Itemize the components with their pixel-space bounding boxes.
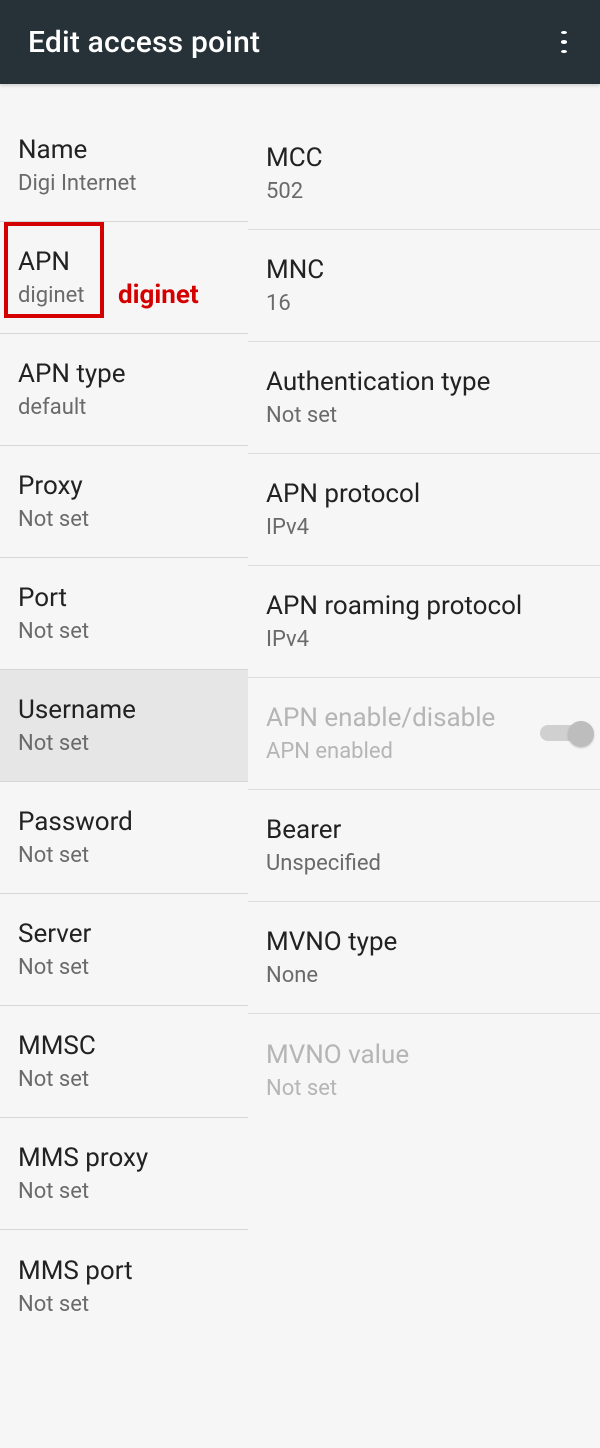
setting-value: Not set bbox=[18, 1067, 230, 1092]
setting-apn-protocol[interactable]: APN protocol IPv4 bbox=[248, 454, 600, 566]
setting-label: MMS proxy bbox=[18, 1143, 230, 1173]
setting-value: Not set bbox=[266, 1076, 582, 1101]
setting-label: MNC bbox=[266, 255, 582, 285]
setting-label: APN bbox=[18, 247, 230, 277]
setting-mms-port[interactable]: MMS port Not set bbox=[0, 1230, 248, 1342]
setting-mvno-type[interactable]: MVNO type None bbox=[248, 902, 600, 1014]
setting-apn-roaming-protocol[interactable]: APN roaming protocol IPv4 bbox=[248, 566, 600, 678]
setting-value: Not set bbox=[18, 619, 230, 644]
setting-label: MMSC bbox=[18, 1031, 230, 1061]
setting-value: 502 bbox=[266, 179, 582, 204]
setting-label: Server bbox=[18, 919, 230, 949]
app-bar: Edit access point bbox=[0, 0, 600, 84]
setting-value: IPv4 bbox=[266, 627, 582, 652]
setting-label: Password bbox=[18, 807, 230, 837]
settings-columns: Name Digi Internet APN diginet APN type … bbox=[0, 84, 600, 1342]
setting-mnc[interactable]: MNC 16 bbox=[248, 230, 600, 342]
setting-label: APN type bbox=[18, 359, 230, 389]
setting-apn[interactable]: APN diginet bbox=[0, 222, 248, 334]
setting-value: Not set bbox=[18, 1292, 230, 1317]
setting-port[interactable]: Port Not set bbox=[0, 558, 248, 670]
setting-value: IPv4 bbox=[266, 515, 582, 540]
setting-value: Not set bbox=[18, 731, 230, 756]
setting-mcc[interactable]: MCC 502 bbox=[248, 118, 600, 230]
setting-label: MMS port bbox=[18, 1256, 230, 1286]
setting-value: Not set bbox=[18, 843, 230, 868]
setting-value: Not set bbox=[18, 1179, 230, 1204]
setting-label: APN enable/disable bbox=[266, 703, 530, 733]
setting-label: Bearer bbox=[266, 815, 582, 845]
setting-value: None bbox=[266, 963, 582, 988]
setting-value: Not set bbox=[18, 955, 230, 980]
setting-label: MCC bbox=[266, 143, 582, 173]
setting-mmsc[interactable]: MMSC Not set bbox=[0, 1006, 248, 1118]
setting-label: Username bbox=[18, 695, 230, 725]
setting-value: Not set bbox=[266, 403, 582, 428]
setting-value: 16 bbox=[266, 291, 582, 316]
setting-bearer[interactable]: Bearer Unspecified bbox=[248, 790, 600, 902]
setting-label: Authentication type bbox=[266, 367, 582, 397]
setting-mms-proxy[interactable]: MMS proxy Not set bbox=[0, 1118, 248, 1230]
setting-label: APN protocol bbox=[266, 479, 582, 509]
setting-value: Unspecified bbox=[266, 851, 582, 876]
setting-password[interactable]: Password Not set bbox=[0, 782, 248, 894]
more-options-icon[interactable] bbox=[550, 28, 578, 56]
page-title: Edit access point bbox=[28, 25, 260, 60]
setting-label: MVNO type bbox=[266, 927, 582, 957]
setting-apn-enable-disable: APN enable/disable APN enabled bbox=[248, 678, 600, 790]
setting-proxy[interactable]: Proxy Not set bbox=[0, 446, 248, 558]
setting-value: default bbox=[18, 395, 230, 420]
setting-label: Proxy bbox=[18, 471, 230, 501]
setting-mvno-value: MVNO value Not set bbox=[248, 1014, 600, 1126]
setting-value: Not set bbox=[18, 507, 230, 532]
setting-name[interactable]: Name Digi Internet bbox=[0, 110, 248, 222]
setting-value: Digi Internet bbox=[18, 171, 230, 196]
setting-username[interactable]: Username Not set bbox=[0, 670, 248, 782]
setting-value: APN enabled bbox=[266, 739, 530, 764]
setting-label: APN roaming protocol bbox=[266, 591, 582, 621]
setting-apn-type[interactable]: APN type default bbox=[0, 334, 248, 446]
setting-server[interactable]: Server Not set bbox=[0, 894, 248, 1006]
left-column: Name Digi Internet APN diginet APN type … bbox=[0, 84, 248, 1342]
setting-label: MVNO value bbox=[266, 1040, 582, 1070]
setting-label: Port bbox=[18, 583, 230, 613]
apn-enable-toggle[interactable] bbox=[540, 721, 594, 747]
setting-value: diginet bbox=[18, 283, 230, 308]
right-column: MCC 502 MNC 16 Authentication type Not s… bbox=[248, 84, 600, 1342]
setting-label: Name bbox=[18, 135, 230, 165]
setting-authentication-type[interactable]: Authentication type Not set bbox=[248, 342, 600, 454]
